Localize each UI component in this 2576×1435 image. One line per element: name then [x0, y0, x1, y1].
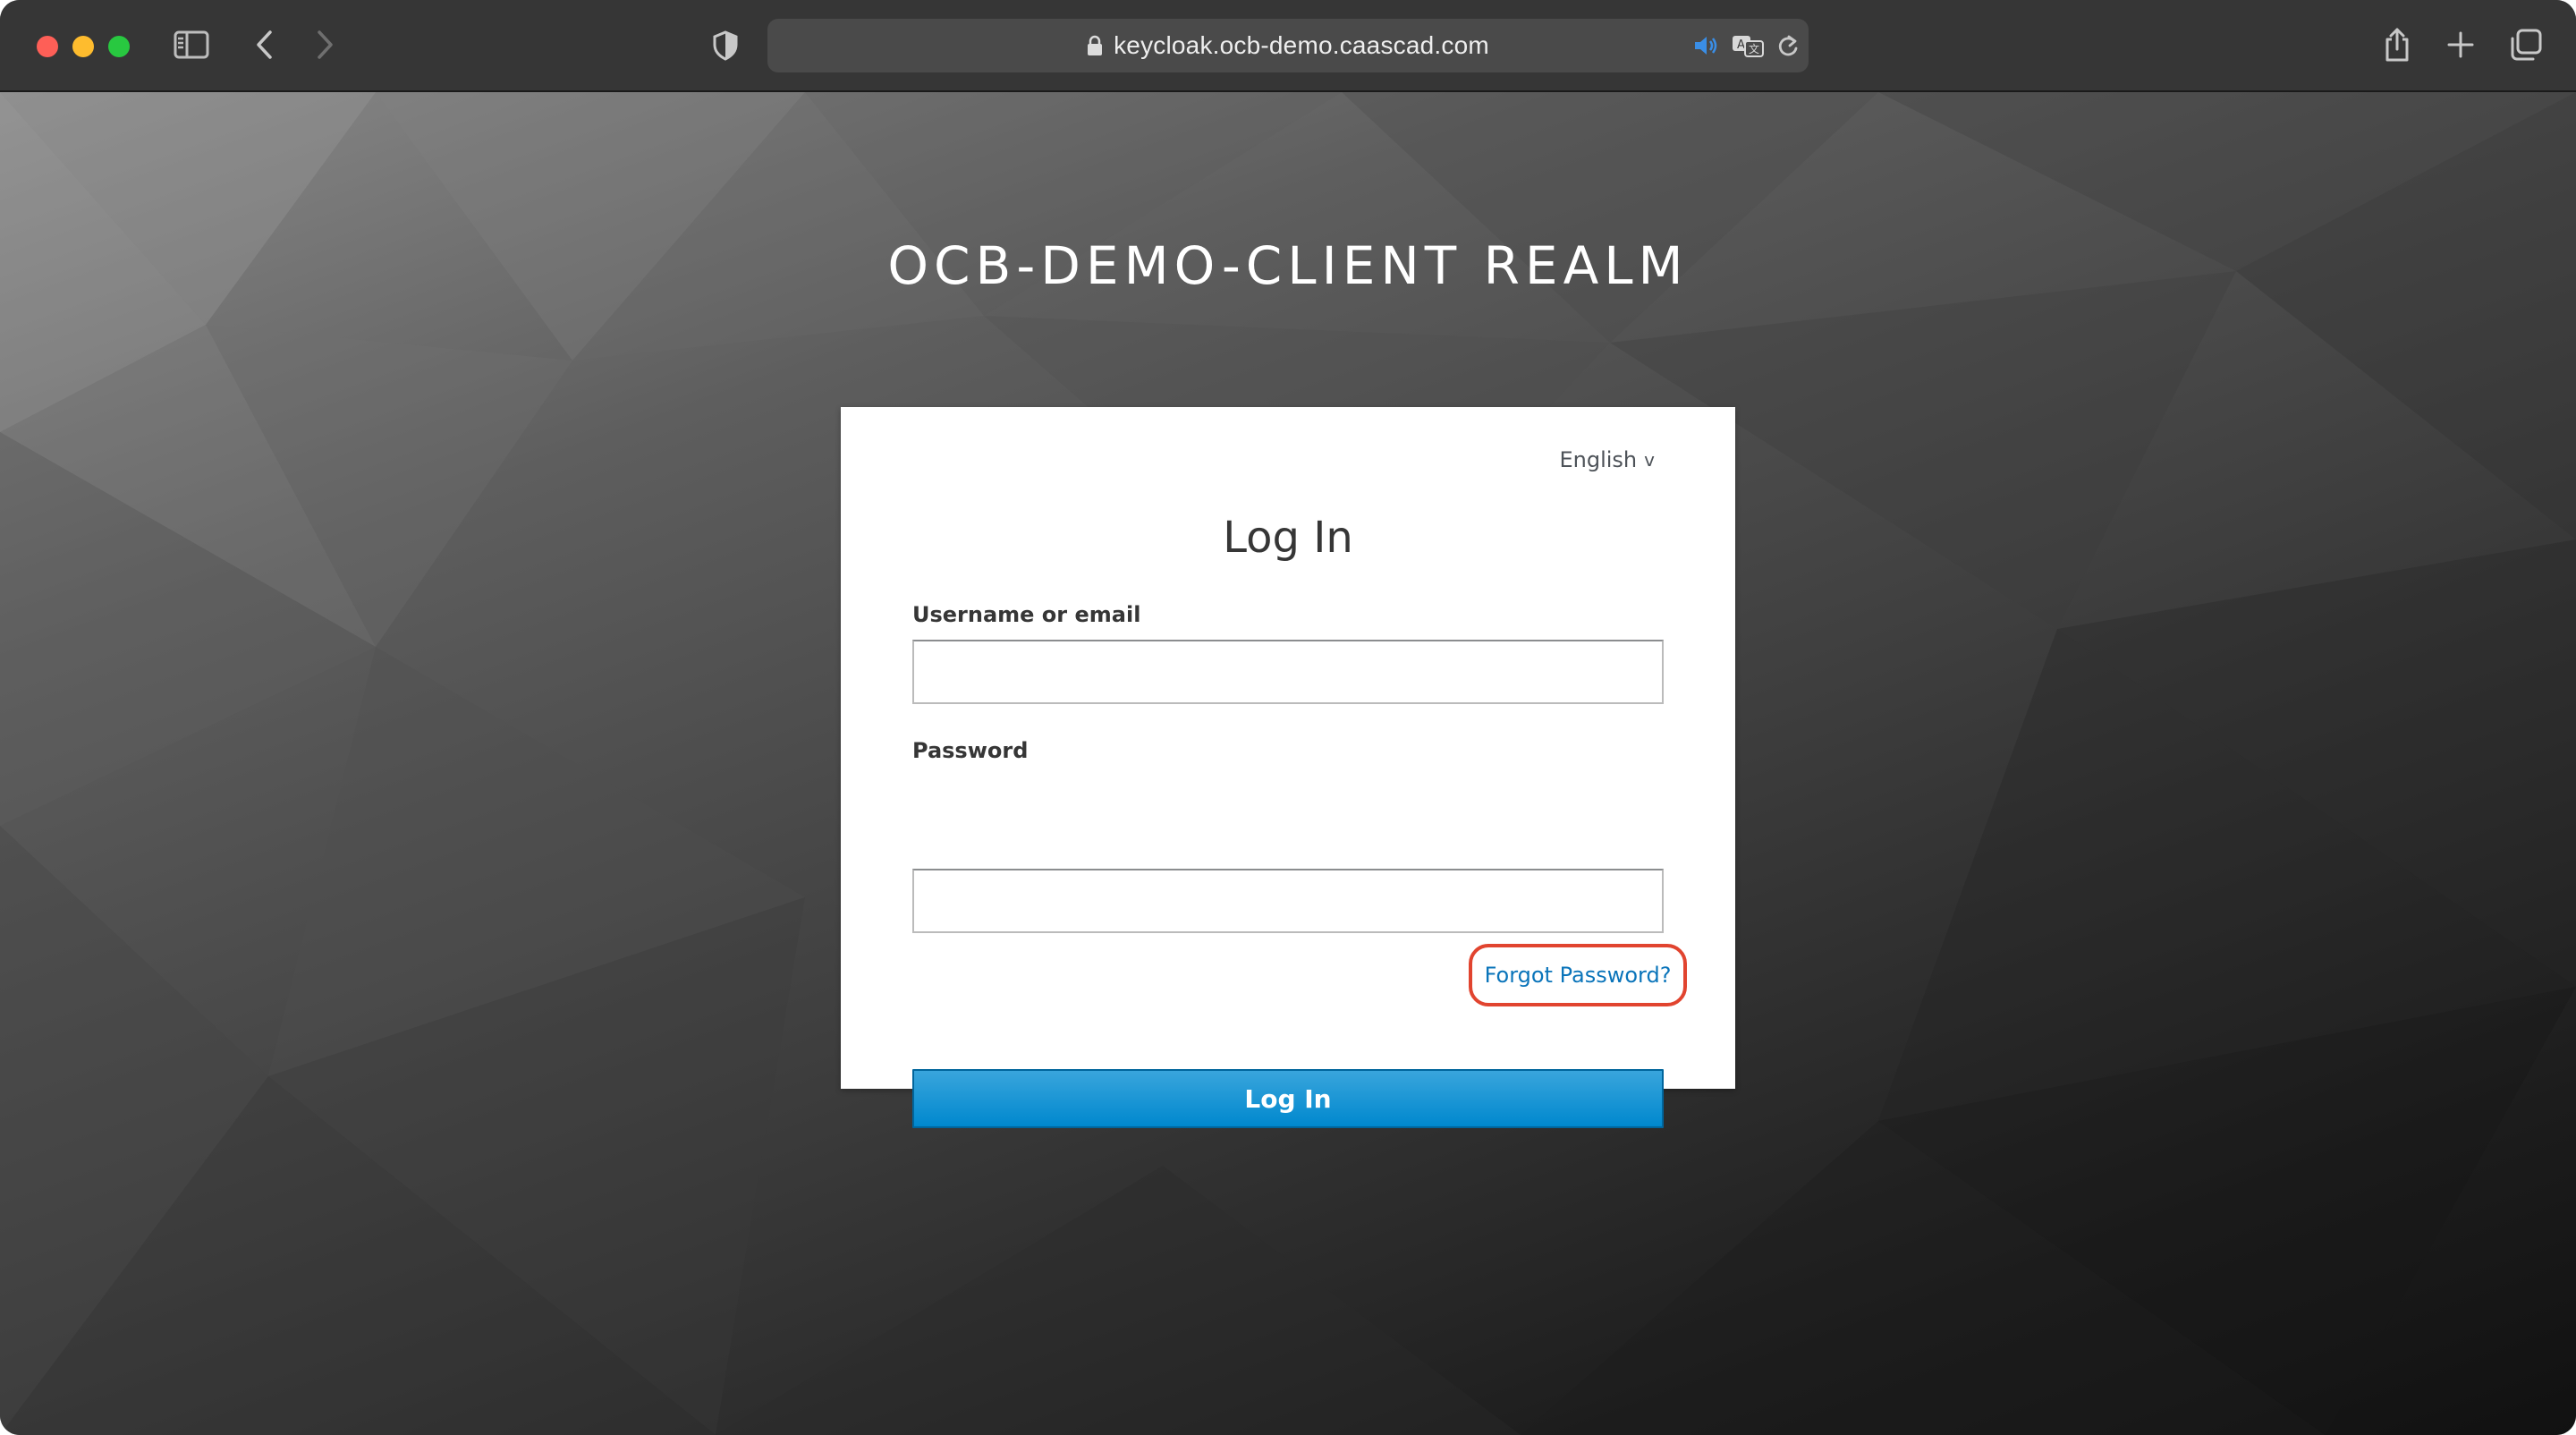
realm-title: OCB-DEMO-CLIENT REALM [887, 235, 1689, 296]
close-window-button[interactable] [37, 36, 58, 57]
username-label: Username or email [912, 602, 1141, 627]
translate-icon[interactable]: A 文 [1730, 31, 1766, 60]
speaker-icon[interactable] [1692, 31, 1721, 60]
svg-text:文: 文 [1749, 42, 1759, 55]
address-bar[interactable]: keycloak.ocb-demo.caascad.com A 文 [767, 19, 1809, 72]
login-button[interactable]: Log In [912, 1069, 1664, 1128]
shield-icon[interactable] [709, 29, 741, 63]
url-text: keycloak.ocb-demo.caascad.com [1114, 31, 1489, 59]
login-page: OCB-DEMO-CLIENT REALM English v Log In U… [0, 92, 2576, 1435]
chevron-left-icon[interactable] [250, 27, 277, 63]
share-icon[interactable] [2381, 25, 2413, 64]
form-title: Log In [1223, 513, 1353, 563]
tab-overview-icon[interactable] [2508, 27, 2544, 63]
chevron-right-icon[interactable] [312, 27, 339, 63]
browser-toolbar: keycloak.ocb-demo.caascad.com A 文 [0, 0, 2576, 92]
svg-text:A: A [1737, 38, 1745, 52]
reload-icon[interactable] [1775, 31, 1801, 60]
login-card: English v Log In Username or email Passw… [841, 407, 1735, 1128]
sidebar-icon[interactable] [173, 28, 210, 62]
minimize-window-button[interactable] [72, 36, 94, 57]
username-input[interactable] [912, 640, 1664, 704]
zoom-window-button[interactable] [108, 36, 130, 57]
plus-icon[interactable] [2445, 29, 2477, 61]
forgot-password-link[interactable]: Forgot Password? [1485, 963, 1672, 988]
forgot-password-highlight: Forgot Password? [1469, 944, 1687, 1006]
password-label: Password [912, 738, 1029, 763]
browser-window: keycloak.ocb-demo.caascad.com A 文 OCB-DE… [0, 0, 2576, 1435]
language-label: English [1559, 447, 1638, 472]
chevron-down-icon: v [1644, 449, 1655, 471]
lock-icon [1087, 35, 1103, 56]
password-input[interactable] [912, 869, 1664, 933]
language-selector[interactable]: English v [1559, 447, 1655, 472]
